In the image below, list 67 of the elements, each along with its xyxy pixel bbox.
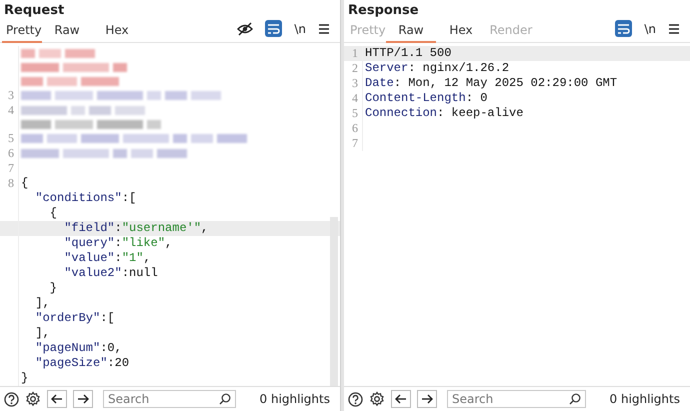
tab[interactable]: Raw: [386, 20, 436, 43]
right-arrow-icon: [77, 394, 89, 404]
pane-title: Request: [3, 2, 66, 20]
wrap-icon[interactable]: [265, 20, 282, 37]
newline-toggle[interactable]: \n: [294, 22, 306, 36]
tab[interactable]: Hex: [92, 20, 142, 43]
code-line: ],: [34, 296, 51, 311]
tab[interactable]: Raw: [42, 20, 92, 43]
code-line: {: [21, 176, 30, 191]
code-line: "value2":null: [63, 266, 159, 281]
right-arrow-icon: [421, 394, 433, 404]
line-number: 3: [351, 76, 359, 91]
line-number: 3: [7, 88, 15, 103]
highlight-count: 0 highlights: [608, 392, 681, 406]
newline-toggle[interactable]: \n: [644, 22, 656, 36]
eye-slash-icon[interactable]: [237, 22, 254, 36]
search-icon[interactable]: [218, 393, 231, 405]
code-line: Connection: keep-alive: [365, 106, 524, 121]
search-icon[interactable]: [568, 393, 581, 405]
code-line: Server: nginx/1.26.2: [365, 61, 510, 76]
scrollbar[interactable]: [330, 217, 338, 386]
forward-button[interactable]: [73, 390, 93, 408]
code-line: }: [21, 371, 30, 386]
code-line: "field":"username'",: [63, 221, 210, 236]
left-arrow-icon: [51, 394, 63, 404]
code-line: }: [48, 281, 58, 296]
line-number: 4: [7, 103, 15, 119]
code-line: "value":"1",: [63, 251, 152, 266]
settings-icon[interactable]: [369, 391, 385, 407]
back-button[interactable]: [391, 390, 411, 408]
pane-title: Response: [347, 2, 420, 20]
forward-button[interactable]: [417, 390, 437, 408]
code-line: "pageSize":20: [34, 356, 130, 371]
code-line: ],: [34, 326, 51, 341]
code-line: "query":"like",: [63, 236, 174, 251]
line-number: 7: [351, 136, 359, 151]
code-line: Date: Mon, 12 May 2025 02:29:00 GMT: [365, 76, 618, 91]
line-number: 6: [7, 146, 15, 161]
code-line: "orderBy":[: [34, 311, 116, 326]
line-number: 8: [7, 176, 15, 191]
settings-icon[interactable]: [25, 391, 41, 407]
code-line: Content-Length: 0: [365, 91, 488, 106]
line-number: 7: [7, 161, 15, 176]
highlight-count: 0 highlights: [258, 392, 331, 406]
line-number: 1: [351, 46, 359, 61]
tab[interactable]: Hex: [436, 20, 486, 43]
menu-icon[interactable]: [668, 22, 680, 34]
code-line: "pageNum":0,: [34, 341, 123, 356]
code-line: "conditions":[: [34, 191, 138, 206]
line-number: 4: [351, 91, 359, 106]
line-number: 5: [351, 106, 359, 121]
tab[interactable]: Pretty: [2, 20, 42, 43]
menu-icon[interactable]: [318, 22, 330, 34]
search-field[interactable]: Search: [103, 390, 236, 408]
code-line: HTTP/1.1 500: [365, 46, 452, 61]
wrap-icon[interactable]: [615, 20, 632, 37]
search-input[interactable]: Search: [452, 392, 569, 406]
line-number: 6: [351, 121, 359, 136]
help-icon[interactable]: [4, 392, 19, 406]
left-arrow-icon: [395, 394, 407, 404]
back-button[interactable]: [47, 390, 67, 408]
search-field[interactable]: Search: [447, 390, 586, 408]
help-icon[interactable]: [348, 392, 363, 406]
search-input[interactable]: Search: [108, 392, 219, 406]
line-number: 2: [351, 61, 359, 76]
code-line: {: [48, 206, 58, 221]
line-number: 5: [7, 131, 15, 146]
